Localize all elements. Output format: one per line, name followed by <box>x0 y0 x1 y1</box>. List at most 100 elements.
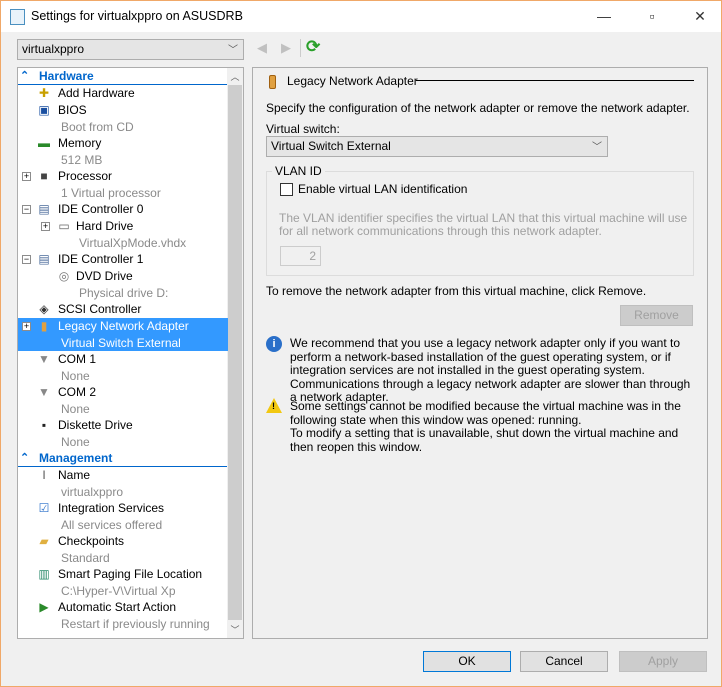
diskette-icon: ▪ <box>41 418 47 432</box>
refresh-button[interactable]: ⟳ <box>306 37 320 57</box>
tree-item-hard-drive[interactable]: + ▭ Hard Drive VirtualXpMode.vhdx <box>18 218 228 251</box>
tree-item-label: COM 2 <box>58 385 97 399</box>
network-adapter-icon: ▮ <box>40 319 48 333</box>
tree-item-integration-services[interactable]: ☑ Integration Services All services offere… <box>18 500 228 533</box>
tree-item-label: Smart Paging File Location <box>58 567 203 581</box>
chevron-down-icon: ﹀ <box>592 142 602 153</box>
vlan-checkbox-label[interactable]: Enable virtual LAN identification <box>298 182 467 196</box>
bios-icon: ▣ <box>38 103 50 117</box>
window-title: Settings for virtualxppro on ASUSDRB <box>31 9 243 23</box>
tree-item-label: COM 1 <box>58 352 97 366</box>
info-text: We recommend that you use a legacy netwo… <box>290 336 691 404</box>
hardware-header-label: Hardware <box>39 69 94 83</box>
scroll-down-icon[interactable]: ﹀ <box>227 623 243 636</box>
virtual-switch-dropdown[interactable]: Virtual Switch External ﹀ <box>266 136 608 157</box>
tree-item-subtitle: Boot from CD <box>61 120 134 134</box>
tree-item-subtitle: None <box>61 369 90 383</box>
tree-item-label: Integration Services <box>58 501 165 515</box>
remove-button[interactable]: Remove <box>620 305 693 326</box>
tree-item-ide-controller-0[interactable]: − ▤ IDE Controller 0 <box>18 201 228 218</box>
vlan-id-input[interactable]: 2 <box>280 246 321 266</box>
ide-controller-icon: ▤ <box>38 202 50 216</box>
tree-item-diskette-drive[interactable]: ▪ Diskette Drive None <box>18 417 228 450</box>
tree-item-subtitle: Physical drive D: <box>79 286 169 300</box>
tree-item-scsi-controller[interactable]: ◈ SCSI Controller <box>18 301 228 318</box>
panel-description: Specify the configuration of the network… <box>266 101 690 115</box>
name-icon: I <box>42 468 46 482</box>
tree-item-label: Automatic Start Action <box>58 600 177 614</box>
tree-item-subtitle: Restart if previously running <box>61 617 210 631</box>
tree-item-dvd-drive[interactable]: ◎ DVD Drive Physical drive D: <box>18 268 228 301</box>
tree-item-label: Diskette Drive <box>58 418 133 432</box>
apply-button[interactable]: Apply <box>619 651 707 672</box>
cancel-button[interactable]: Cancel <box>520 651 608 672</box>
dvd-drive-icon: ◎ <box>58 269 70 283</box>
settings-panel: Legacy Network Adapter Specify the confi… <box>252 67 708 639</box>
forward-button[interactable]: ▶ <box>281 40 291 56</box>
tree-item-subtitle: C:\Hyper-V\Virtual Xp <box>61 584 176 598</box>
expand-toggle-icon[interactable]: − <box>22 205 31 214</box>
close-button[interactable]: ✕ <box>685 5 715 27</box>
vlan-group-label: VLAN ID <box>272 164 325 178</box>
expand-toggle-icon[interactable]: + <box>41 222 50 231</box>
network-adapter-icon <box>269 75 276 89</box>
maximize-button[interactable]: ▫ <box>637 5 667 27</box>
collapse-icon[interactable]: ⌃ <box>20 450 29 467</box>
warning-instructions: To modify a setting that is unavailable,… <box>290 426 679 454</box>
smart-paging-icon: ▥ <box>38 567 50 581</box>
tree-item-add-hardware[interactable]: ✚ Add Hardware <box>18 85 228 102</box>
expand-toggle-icon[interactable]: + <box>22 322 31 331</box>
panel-title: Legacy Network Adapter <box>287 74 418 88</box>
vlan-checkbox[interactable] <box>280 183 293 196</box>
tree-item-label: IDE Controller 1 <box>58 252 144 266</box>
hardware-section-header[interactable]: ⌃ Hardware <box>18 68 243 85</box>
ok-button[interactable]: OK <box>423 651 511 672</box>
tree-item-com-2[interactable]: ▼ COM 2 None <box>18 384 228 417</box>
chevron-down-icon: ﹀ <box>228 45 238 56</box>
tree-item-automatic-start-action[interactable]: ▶ Automatic Start Action Restart if previo… <box>18 599 228 632</box>
expand-toggle-icon[interactable]: − <box>22 255 31 264</box>
hard-drive-icon: ▭ <box>58 219 70 233</box>
tree-item-legacy-network-adapter[interactable]: + ▮ Legacy Network Adapter Virtual Switch E… <box>18 318 228 351</box>
automatic-start-icon: ▶ <box>39 600 49 614</box>
tree-item-memory[interactable]: ▬ Memory 512 MB <box>18 135 228 168</box>
settings-tree: ︿ ﹀ ⌃ Hardware ✚ Add Hardware ▣ BIOS Boot fro… <box>17 67 244 639</box>
tree-item-subtitle: 512 MB <box>61 153 103 167</box>
title-rule <box>416 80 694 81</box>
tree-item-checkpoints[interactable]: ▰ Checkpoints Standard <box>18 533 228 566</box>
tree-item-label: Processor <box>58 169 113 183</box>
remove-instructions: To remove the network adapter from this … <box>266 284 647 298</box>
tree-item-bios[interactable]: ▣ BIOS Boot from CD <box>18 102 228 135</box>
tree-item-ide-controller-1[interactable]: − ▤ IDE Controller 1 <box>18 251 228 268</box>
virtual-switch-label: Virtual switch: <box>266 122 340 136</box>
back-button[interactable]: ◀ <box>257 40 267 56</box>
tree-item-label: Hard Drive <box>76 219 134 233</box>
tree-item-subtitle: virtualxppro <box>61 485 124 499</box>
ide-controller-icon: ▤ <box>38 252 50 266</box>
info-icon: i <box>266 336 282 352</box>
tree-item-com-1[interactable]: ▼ COM 1 None <box>18 351 228 384</box>
expand-toggle-icon[interactable]: + <box>22 172 31 181</box>
vm-selector-value: virtualxppro <box>22 42 85 56</box>
collapse-icon[interactable]: ⌃ <box>20 68 29 85</box>
warning-text: Some settings cannot be modified because… <box>290 399 681 427</box>
title-bar: Settings for virtualxppro on ASUSDRB — ▫… <box>1 1 721 32</box>
management-section-header[interactable]: ⌃ Management <box>18 450 243 467</box>
tree-item-smart-paging-file-location[interactable]: ▥ Smart Paging File Location C:\Hyper-V\Vi… <box>18 566 228 599</box>
tree-item-label: Checkpoints <box>58 534 125 548</box>
tree-item-name[interactable]: I Name virtualxppro <box>18 467 228 500</box>
tree-item-label: IDE Controller 0 <box>58 202 144 216</box>
processor-icon: ■ <box>40 169 48 183</box>
tree-scrollbar[interactable]: ︿ ﹀ <box>227 68 243 638</box>
virtual-switch-value: Virtual Switch External <box>271 139 391 153</box>
scrollbar-thumb[interactable] <box>228 85 242 620</box>
tree-item-subtitle: None <box>61 435 90 449</box>
settings-icon <box>10 9 25 25</box>
management-header-label: Management <box>39 451 113 465</box>
tree-item-subtitle: Standard <box>61 551 110 565</box>
vm-selector[interactable]: virtualxppro ﹀ <box>17 39 244 60</box>
integration-services-icon: ☑ <box>38 501 50 515</box>
minimize-button[interactable]: — <box>589 5 619 27</box>
tree-item-subtitle: VirtualXpMode.vhdx <box>79 236 187 250</box>
tree-item-processor[interactable]: + ■ Processor 1 Virtual processor <box>18 168 228 201</box>
